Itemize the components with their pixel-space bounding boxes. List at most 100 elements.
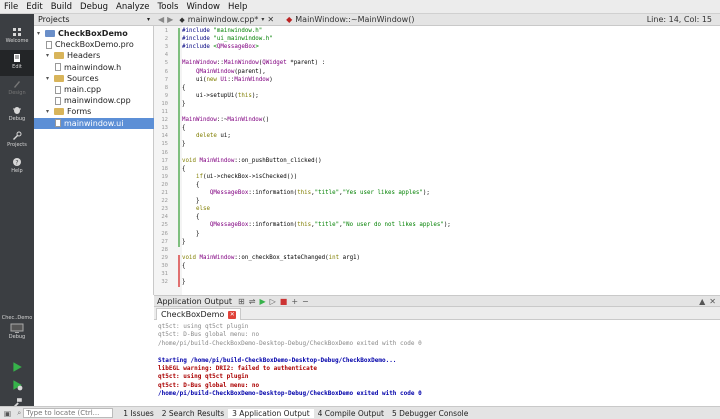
tree-item-label: mainwindow.h (64, 62, 122, 72)
code-line: ui->setupUi(this); (182, 92, 259, 99)
mode-debug[interactable]: Debug (0, 102, 34, 128)
line-number: 31 (161, 271, 168, 277)
mode-projects[interactable]: Projects (0, 128, 34, 154)
back-arrow-icon[interactable]: ◀ (158, 15, 164, 24)
line-number: 30 (161, 262, 168, 269)
code-line: } (182, 230, 200, 237)
output-tabs: CheckBoxDemo ✕ (154, 307, 720, 320)
output-pane-header: Application Output ⊞ ⇌ ▶ ▷ ■ + − ▲ ✕ (154, 295, 720, 307)
output-line: qt5ct: using qt5ct plugin (158, 373, 249, 381)
line-gutter: 1 2 3 4 5 6 7 8 9 10 11 12 13 14 15 16 17 18 19 20 21 22 23 24 2… (154, 26, 182, 295)
menu-build[interactable]: Build (47, 2, 76, 12)
debug-icon[interactable]: ▷ (270, 297, 276, 306)
maximize-icon[interactable]: ▲ (699, 297, 705, 306)
mode-help[interactable]: ? Help (0, 154, 34, 180)
output-line: qt5ct: D-Bus global menu: no (158, 331, 260, 339)
code-line: { (182, 125, 186, 132)
mode-welcome[interactable]: Welcome (0, 24, 34, 50)
cpp-file-icon: ◆ (179, 15, 185, 24)
tree-item[interactable]: mainwindow.cpp (34, 95, 154, 106)
tree-item-label: CheckBoxDemo (58, 29, 128, 38)
menu-help[interactable]: Help (224, 2, 251, 12)
rerun-icon[interactable]: ▶ (259, 297, 265, 306)
file-dropdown-icon[interactable]: ▾ (261, 16, 264, 23)
cursor-position: Line: 14, Col: 15 (646, 15, 712, 24)
code-line: #include <QMessageBox> (182, 44, 259, 51)
tree-item[interactable]: ▾ Forms (34, 106, 154, 117)
mode-design[interactable]: Design (0, 76, 34, 102)
code-line: } (182, 100, 186, 107)
folder-icon (54, 52, 64, 60)
line-number: 24 (161, 214, 168, 221)
menu-debug[interactable]: Debug (76, 2, 112, 12)
menu-window[interactable]: Window (182, 2, 224, 12)
close-pane-icon[interactable]: ✕ (709, 297, 716, 306)
line-number: 28 (161, 246, 168, 253)
line-number: 3 (164, 44, 168, 51)
file-icon (55, 63, 61, 72)
mode-label: Projects (7, 142, 27, 148)
line-number: 4 (164, 52, 168, 59)
pane-tab[interactable]: 2 Search Results (158, 409, 228, 418)
current-file[interactable]: mainwindow.cpp* (188, 15, 259, 24)
expand-icon[interactable]: ▾ (46, 52, 54, 59)
tree-item[interactable]: CheckBoxDemo.pro (34, 39, 154, 50)
tree-item[interactable]: mainwindow.h (34, 62, 154, 73)
expand-icon[interactable]: ▾ (37, 30, 45, 37)
line-number: 23 (161, 206, 168, 213)
code-editor[interactable]: 1 2 3 4 5 6 7 8 9 10 11 12 13 14 15 16 17 18 19 20 21 22 23 24 2… (154, 26, 720, 295)
menu-edit[interactable]: Edit (22, 2, 46, 12)
close-icon[interactable]: ✕ (228, 310, 237, 319)
pane-tab[interactable]: 5 Debugger Console (388, 409, 472, 418)
code-line: { (182, 165, 186, 172)
projects-selector[interactable]: Projects (38, 15, 70, 24)
tree-item[interactable]: ▾ Sources (34, 73, 154, 84)
code-line: } (182, 238, 186, 245)
expand-icon[interactable]: ▾ (46, 75, 54, 82)
debug-run-icon (13, 380, 23, 391)
run-button[interactable] (0, 358, 34, 376)
locator-input[interactable] (23, 408, 114, 418)
debug-run-button[interactable] (0, 376, 34, 394)
pane-tab[interactable]: 1 Issues (119, 409, 157, 418)
wrap-icon[interactable]: ⇌ (249, 297, 256, 306)
tree-item[interactable]: ▾ CheckBoxDemo (34, 28, 154, 39)
add-icon[interactable]: + (291, 297, 298, 306)
mode-label: Welcome (5, 38, 29, 44)
bug-icon (13, 107, 21, 114)
line-number: 9 (164, 92, 168, 99)
tree-item[interactable]: mainwindow.ui (34, 117, 154, 129)
line-number: 20 (161, 181, 168, 188)
tree-item[interactable]: main.cpp (34, 84, 154, 95)
output-title: Application Output (157, 296, 233, 306)
mode-label: Edit (12, 64, 22, 70)
mode-edit[interactable]: Edit (0, 50, 34, 76)
forward-arrow-icon[interactable]: ▶ (167, 15, 173, 24)
project-icon (45, 30, 55, 37)
menu-tools[interactable]: Tools (154, 2, 183, 12)
output-tab[interactable]: CheckBoxDemo ✕ (156, 308, 242, 320)
expand-icon[interactable]: ▾ (46, 108, 54, 115)
output-console[interactable]: qt5ct: using qt5ct plugin qt5ct: D-Bus gl… (154, 320, 720, 406)
pane-tab[interactable]: 3 Application Output (228, 408, 314, 418)
folder-icon (54, 108, 64, 116)
tree-item[interactable]: ▾ Headers (34, 50, 154, 61)
minus-icon[interactable]: − (302, 297, 309, 306)
target-selector[interactable]: Chec..Demo Debug (0, 312, 34, 348)
line-number: 12 (161, 117, 168, 124)
line-number: 6 (164, 68, 168, 75)
code-line: MainWindow::~MainWindow() (182, 117, 270, 124)
menu-analyze[interactable]: Analyze (112, 2, 154, 12)
current-symbol[interactable]: MainWindow::~MainWindow() (295, 15, 414, 24)
menu-bar: File Edit Build Debug Analyze Tools Window Help (0, 0, 720, 14)
menu-file[interactable]: File (0, 2, 22, 12)
sidebar-toggle-icon[interactable]: ▣ (4, 409, 11, 418)
close-file-icon[interactable]: ✕ (267, 15, 274, 24)
stop-icon[interactable]: ■ (280, 297, 288, 306)
pane-tab[interactable]: 4 Compile Output (314, 409, 388, 418)
output-line: /home/pi/build-CheckBoxDemo-Desktop-Debu… (158, 390, 422, 398)
chevron-down-icon[interactable]: ▾ (147, 16, 150, 23)
attach-icon[interactable]: ⊞ (238, 297, 245, 306)
file-icon (55, 119, 61, 128)
project-tree: ▾ CheckBoxDemo CheckBoxDemo.pro ▾ Headers mai… (34, 26, 154, 295)
